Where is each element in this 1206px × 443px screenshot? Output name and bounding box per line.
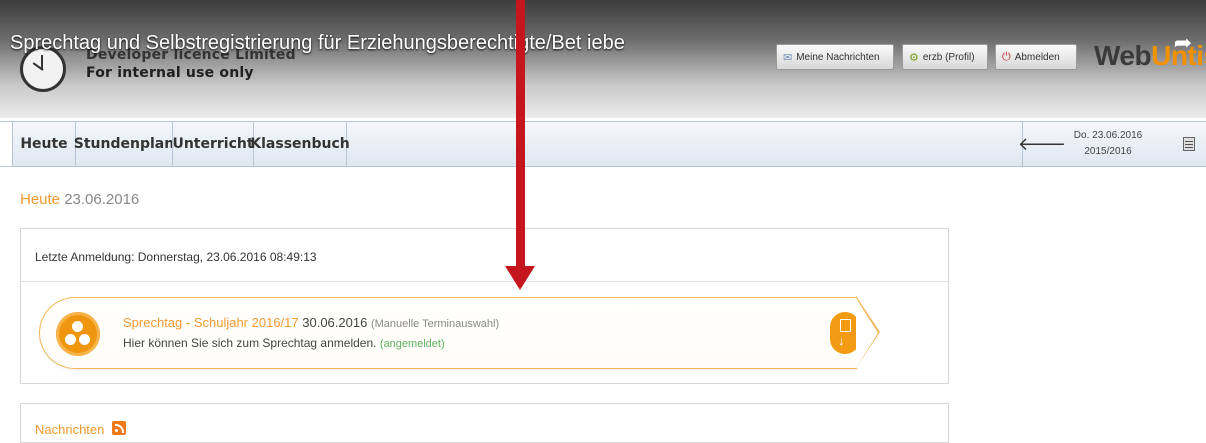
sprechtag-icon [56, 312, 100, 356]
power-icon: ⏻ [1002, 50, 1011, 63]
webuntis-logo: WebUntis [1094, 40, 1206, 72]
tab-klassenbuch[interactable]: Klassenbuch [250, 122, 350, 166]
annotation-arrow-shaft [516, 0, 525, 279]
news-panel: Nachrichten [20, 403, 949, 443]
divider [21, 281, 948, 282]
gear-icon: ⚙ [909, 51, 919, 64]
page-title-date: 23.06.2016 [64, 191, 140, 208]
sprechtag-mode: (Manuelle Terminauswahl) [370, 318, 500, 330]
page-title: Heute 23.06.2016 [20, 191, 139, 208]
sprechtag-info: Hier können Sie sich zum Sprechtag anmel… [123, 336, 377, 350]
licence-line2: For internal use only [86, 65, 254, 81]
main-nav: Heute Stundenplan Unterricht Klassenbuch… [0, 121, 1206, 167]
messages-button[interactable]: ✉ Meine Nachrichten [776, 44, 894, 70]
last-login: Letzte Anmeldung: Donnerstag, 23.06.2016… [35, 250, 317, 264]
messages-label: Meine Nachrichten [796, 51, 880, 63]
tab-stundenplan[interactable]: Stundenplan [74, 122, 174, 166]
banner-tip-inner [856, 298, 878, 368]
news-title: Nachrichten [35, 422, 105, 437]
annotation-arrow-head [505, 266, 535, 290]
nav-date: Do. 23.06.2016 2015/2016 [1062, 128, 1154, 160]
rss-icon[interactable] [112, 421, 126, 435]
nav-school-year: 2015/2016 [1084, 146, 1132, 157]
page-title-label: Heute [20, 191, 61, 208]
sprechtag-info-line: Hier können Sie sich zum Sprechtag anmel… [123, 336, 445, 350]
sprechtag-title[interactable]: Sprechtag - Schuljahr 2016/17 [123, 315, 299, 330]
status-badge: (angemeldet) [379, 338, 445, 350]
tab-unterricht[interactable]: Unterricht [172, 122, 254, 166]
mail-icon: ✉ [783, 51, 793, 64]
download-icon: ↓ [838, 333, 845, 348]
profile-button[interactable]: ⚙ erzb (Profil) [902, 44, 988, 70]
today-panel: Letzte Anmeldung: Donnerstag, 23.06.2016… [20, 228, 949, 384]
back-arrow-icon[interactable]: 🡐 [1018, 122, 1066, 166]
sprechtag-heading: Sprechtag - Schuljahr 2016/17 30.06.2016… [123, 315, 499, 330]
video-title: Sprechtag und Selbstregistrierung für Er… [10, 32, 625, 54]
header-bar: Developer licence Limited For internal u… [0, 0, 1206, 118]
sprechtag-date: 30.06.2016 [302, 315, 368, 330]
sprechtag-banner[interactable]: Sprechtag - Schuljahr 2016/17 30.06.2016… [39, 297, 860, 369]
logo-web: Web [1094, 40, 1152, 71]
document-icon [840, 319, 851, 332]
tab-heute[interactable]: Heute [12, 122, 75, 166]
logo-untis: Untis [1151, 40, 1206, 71]
calendar-icon[interactable] [1183, 137, 1195, 151]
nav-date-day: Do. 23.06.2016 [1073, 130, 1143, 141]
logout-button[interactable]: ⏻ Abmelden [995, 44, 1077, 70]
logout-label: Abmelden [1014, 51, 1060, 63]
profile-label: erzb (Profil) [922, 51, 975, 63]
